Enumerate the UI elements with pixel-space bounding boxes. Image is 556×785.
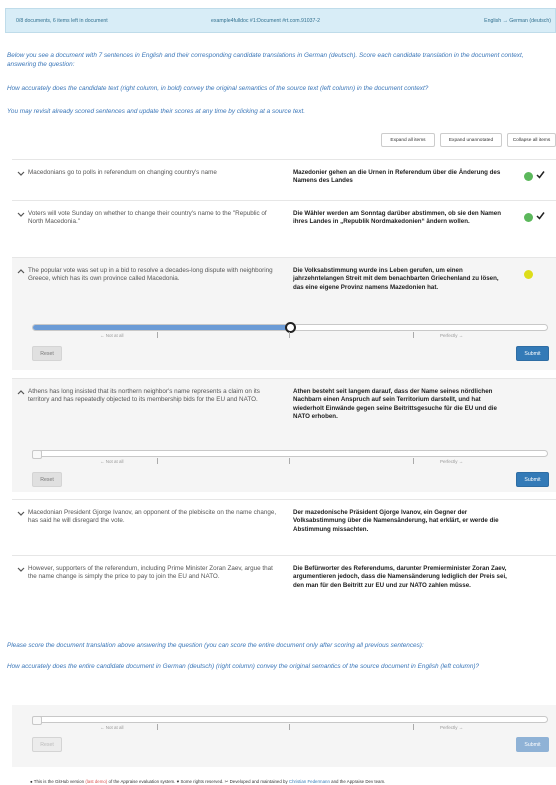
scale-high-label: Perfectly → bbox=[440, 459, 464, 464]
github-icon: ● bbox=[30, 779, 33, 784]
target-text: Athen besteht seit langem darauf, dass d… bbox=[293, 388, 497, 421]
progress-text: 0/8 documents, 6 items left in document bbox=[16, 17, 108, 24]
status-dot bbox=[524, 172, 533, 181]
footer: ● This is the GitHub version (last demo)… bbox=[30, 779, 550, 785]
slider-handle[interactable] bbox=[285, 322, 296, 333]
status-dot bbox=[524, 270, 533, 279]
sentence-row-6[interactable]: However, supporters of the referendum, i… bbox=[12, 555, 556, 630]
author-link[interactable]: Christian Federmann bbox=[289, 779, 330, 784]
tools-icon: ✂ bbox=[224, 779, 229, 784]
source-text[interactable]: However, supporters of the referendum, i… bbox=[28, 565, 278, 582]
sentence-row-3[interactable]: The popular vote was set up in a bid to … bbox=[12, 257, 556, 370]
chevron-down-icon[interactable] bbox=[16, 169, 26, 178]
source-text[interactable]: Macedonian President Gjorge Ivanov, an o… bbox=[28, 509, 278, 526]
slider-handle[interactable] bbox=[32, 716, 42, 725]
sentence-row-5[interactable]: Macedonian President Gjorge Ivanov, an o… bbox=[12, 499, 556, 555]
expand-unannotated-button[interactable]: Expand unannotated bbox=[440, 133, 502, 147]
chevron-down-icon[interactable] bbox=[16, 565, 26, 574]
target-text: Die Volksabstimmung wurde ins Leben geru… bbox=[293, 267, 499, 291]
scale-high-label: Perfectly → bbox=[440, 333, 464, 338]
instructions-intro: Below you see a document with 7 sentence… bbox=[7, 52, 524, 68]
footer-text-4: Developed and maintained by bbox=[229, 779, 288, 784]
target-text: Der mazedonische Präsident Gjorge Ivanov… bbox=[293, 509, 499, 533]
document-id: example4fulldoc #1:Document #rt.com.9103… bbox=[211, 17, 320, 24]
chevron-up-icon[interactable] bbox=[16, 267, 26, 276]
chevron-down-icon[interactable] bbox=[16, 509, 26, 518]
score-slider[interactable] bbox=[32, 450, 548, 459]
scale-high-label: Perfectly → bbox=[440, 725, 464, 730]
reset-button[interactable]: Reset bbox=[32, 346, 62, 361]
scale-low-label: ← Not at all bbox=[100, 725, 124, 730]
instructions-question: How accurately does the candidate text (… bbox=[7, 85, 429, 92]
slider-handle[interactable] bbox=[32, 450, 42, 459]
source-text[interactable]: Voters will vote Sunday on whether to ch… bbox=[28, 210, 278, 227]
scale-tick bbox=[289, 724, 290, 730]
status-bar: 0/8 documents, 6 items left in document … bbox=[5, 8, 556, 33]
checkmark-icon bbox=[536, 171, 545, 179]
footer-text-2: of the Appraise evaluation system. bbox=[108, 779, 176, 784]
document-score-question: How accurately does the entire candidate… bbox=[7, 663, 480, 670]
scale-tick bbox=[157, 332, 158, 338]
scale-tick bbox=[289, 458, 290, 464]
submit-button[interactable]: Submit bbox=[516, 346, 549, 361]
document-score-slider[interactable] bbox=[32, 716, 548, 725]
scale-low-label: ← Not at all bbox=[100, 459, 124, 464]
source-text[interactable]: Macedonians go to polls in referendum on… bbox=[28, 169, 278, 177]
submit-button[interactable]: Submit bbox=[516, 737, 549, 752]
scale-tick bbox=[157, 724, 158, 730]
score-slider[interactable] bbox=[32, 322, 548, 333]
scale-tick bbox=[413, 332, 414, 338]
document-score-prompt: Please score the document translation ab… bbox=[7, 642, 424, 649]
instructions-revisit: You may revisit already scored sentences… bbox=[7, 108, 306, 115]
source-text[interactable]: The popular vote was set up in a bid to … bbox=[28, 267, 278, 284]
slider-fill bbox=[33, 325, 290, 330]
demo-link[interactable]: (last demo) bbox=[85, 779, 107, 784]
target-text: Die Befürworter des Referendums, darunte… bbox=[293, 565, 507, 589]
language-pair: English → German (deutsch) bbox=[484, 17, 551, 24]
heart-icon: ♥ bbox=[176, 779, 180, 784]
sentence-row-4[interactable]: Athens has long insisted that its northe… bbox=[12, 378, 556, 492]
scale-tick bbox=[289, 332, 290, 338]
expand-all-button[interactable]: Expand all items bbox=[381, 133, 435, 147]
target-text: Mazedonier gehen an die Urnen in Referen… bbox=[293, 169, 501, 185]
reset-button[interactable]: Reset bbox=[32, 737, 62, 752]
checkmark-icon bbox=[536, 212, 545, 220]
document-score-panel: ← Not at all Perfectly → Reset Submit bbox=[12, 705, 556, 767]
scale-tick bbox=[413, 458, 414, 464]
scale-tick bbox=[413, 724, 414, 730]
footer-text-5: and the Appraise Dev team. bbox=[331, 779, 386, 784]
collapse-all-button[interactable]: Collapse all items bbox=[507, 133, 556, 147]
reset-button[interactable]: Reset bbox=[32, 472, 62, 487]
scale-tick bbox=[157, 458, 158, 464]
scale-low-label: ← Not at all bbox=[100, 333, 124, 338]
sentence-row-1[interactable]: Macedonians go to polls in referendum on… bbox=[12, 159, 556, 200]
submit-button[interactable]: Submit bbox=[516, 472, 549, 487]
status-dot bbox=[524, 213, 533, 222]
footer-text-1: This is the GitHub version bbox=[33, 779, 85, 784]
target-text: Die Wähler werden am Sonntag darüber abs… bbox=[293, 210, 502, 226]
sentence-row-2[interactable]: Voters will vote Sunday on whether to ch… bbox=[12, 200, 556, 257]
chevron-down-icon[interactable] bbox=[16, 210, 26, 219]
footer-text-3: Some rights reserved. bbox=[180, 779, 224, 784]
source-text[interactable]: Athens has long insisted that its northe… bbox=[28, 388, 278, 405]
chevron-up-icon[interactable] bbox=[16, 388, 26, 397]
